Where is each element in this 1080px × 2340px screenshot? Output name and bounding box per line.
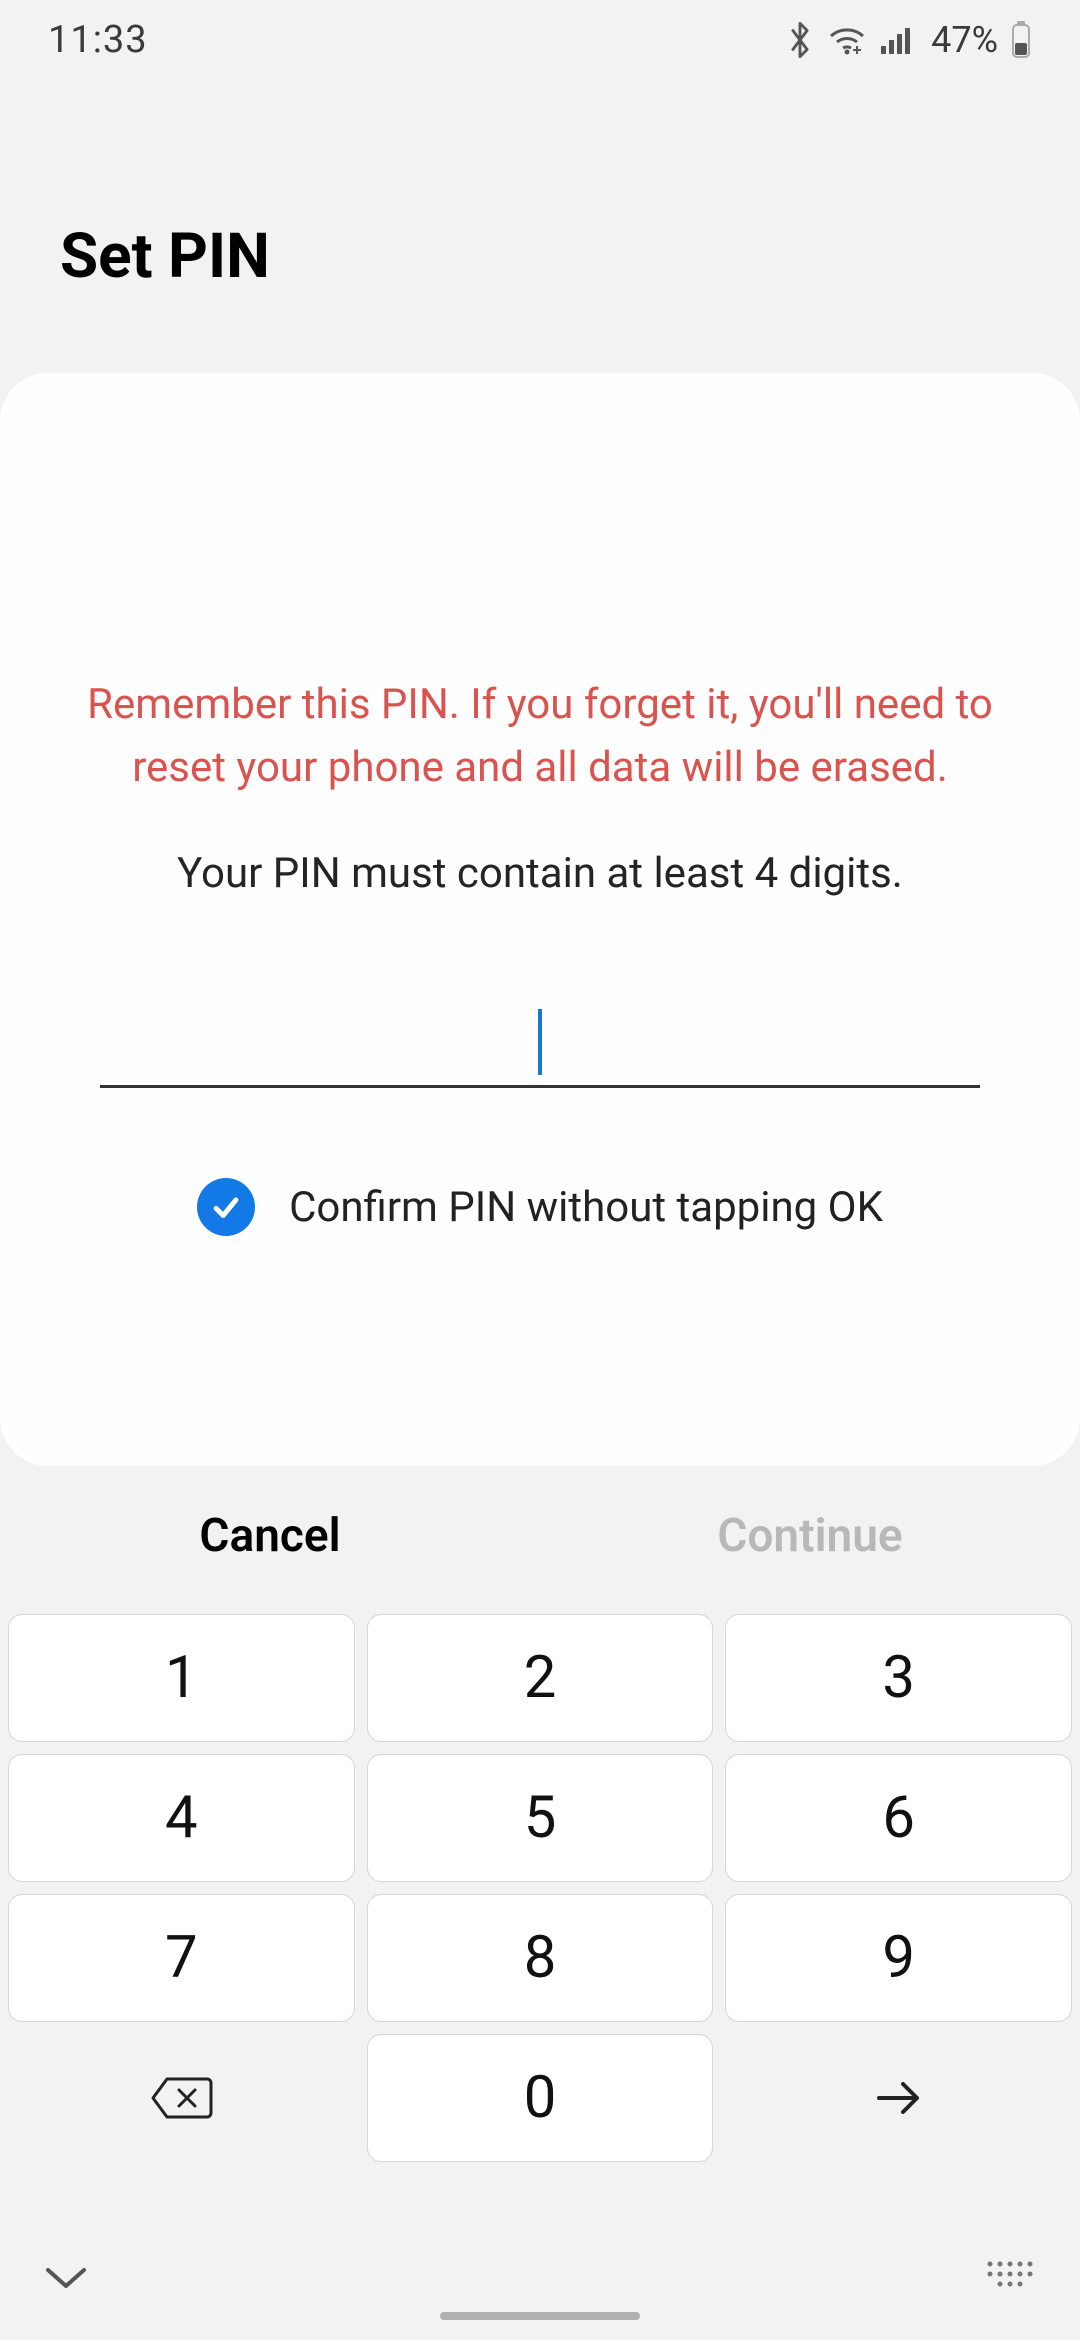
battery-percent: 47% [931, 19, 998, 61]
arrow-right-icon [871, 2074, 927, 2122]
pin-card: Remember this PIN. If you forget it, you… [0, 373, 1080, 1466]
key-backspace[interactable] [8, 2034, 355, 2162]
cancel-button[interactable]: Cancel [0, 1509, 540, 1563]
wifi-icon [827, 24, 867, 56]
gesture-handle[interactable] [440, 2312, 640, 2320]
backspace-icon [149, 2073, 213, 2123]
key-4[interactable]: 4 [8, 1754, 355, 1882]
hint-text: Your PIN must contain at least 4 digits. [60, 849, 1020, 898]
key-6[interactable]: 6 [725, 1754, 1072, 1882]
key-7[interactable]: 7 [8, 1894, 355, 2022]
check-icon [197, 1178, 255, 1236]
action-row: Cancel Continue [0, 1466, 1080, 1606]
status-icons: 47% [785, 19, 1032, 61]
continue-button[interactable]: Continue [540, 1509, 1080, 1563]
key-2[interactable]: 2 [367, 1614, 714, 1742]
key-8[interactable]: 8 [367, 1894, 714, 2022]
pin-input[interactable] [100, 998, 980, 1088]
keyboard-switch-button[interactable] [984, 2258, 1040, 2302]
bluetooth-icon [785, 21, 815, 59]
signal-icon [879, 24, 915, 56]
page-title: Set PIN [0, 80, 1080, 373]
warning-text: Remember this PIN. If you forget it, you… [80, 673, 1000, 799]
key-9[interactable]: 9 [725, 1894, 1072, 2022]
system-nav-bar [0, 2220, 1080, 2340]
numeric-keypad: 1 2 3 4 5 6 7 8 9 0 [0, 1606, 1080, 2162]
key-1[interactable]: 1 [8, 1614, 355, 1742]
key-3[interactable]: 3 [725, 1614, 1072, 1742]
key-0[interactable]: 0 [367, 2034, 714, 2162]
text-cursor [538, 1009, 542, 1075]
key-5[interactable]: 5 [367, 1754, 714, 1882]
status-bar: 11:33 47% [0, 0, 1080, 80]
confirm-label: Confirm PIN without tapping OK [289, 1183, 883, 1232]
battery-icon [1010, 21, 1032, 59]
confirm-without-ok-checkbox[interactable]: Confirm PIN without tapping OK [60, 1178, 1020, 1236]
key-submit[interactable] [725, 2034, 1072, 2162]
collapse-keyboard-button[interactable] [40, 2262, 92, 2298]
status-time: 11:33 [48, 18, 148, 62]
